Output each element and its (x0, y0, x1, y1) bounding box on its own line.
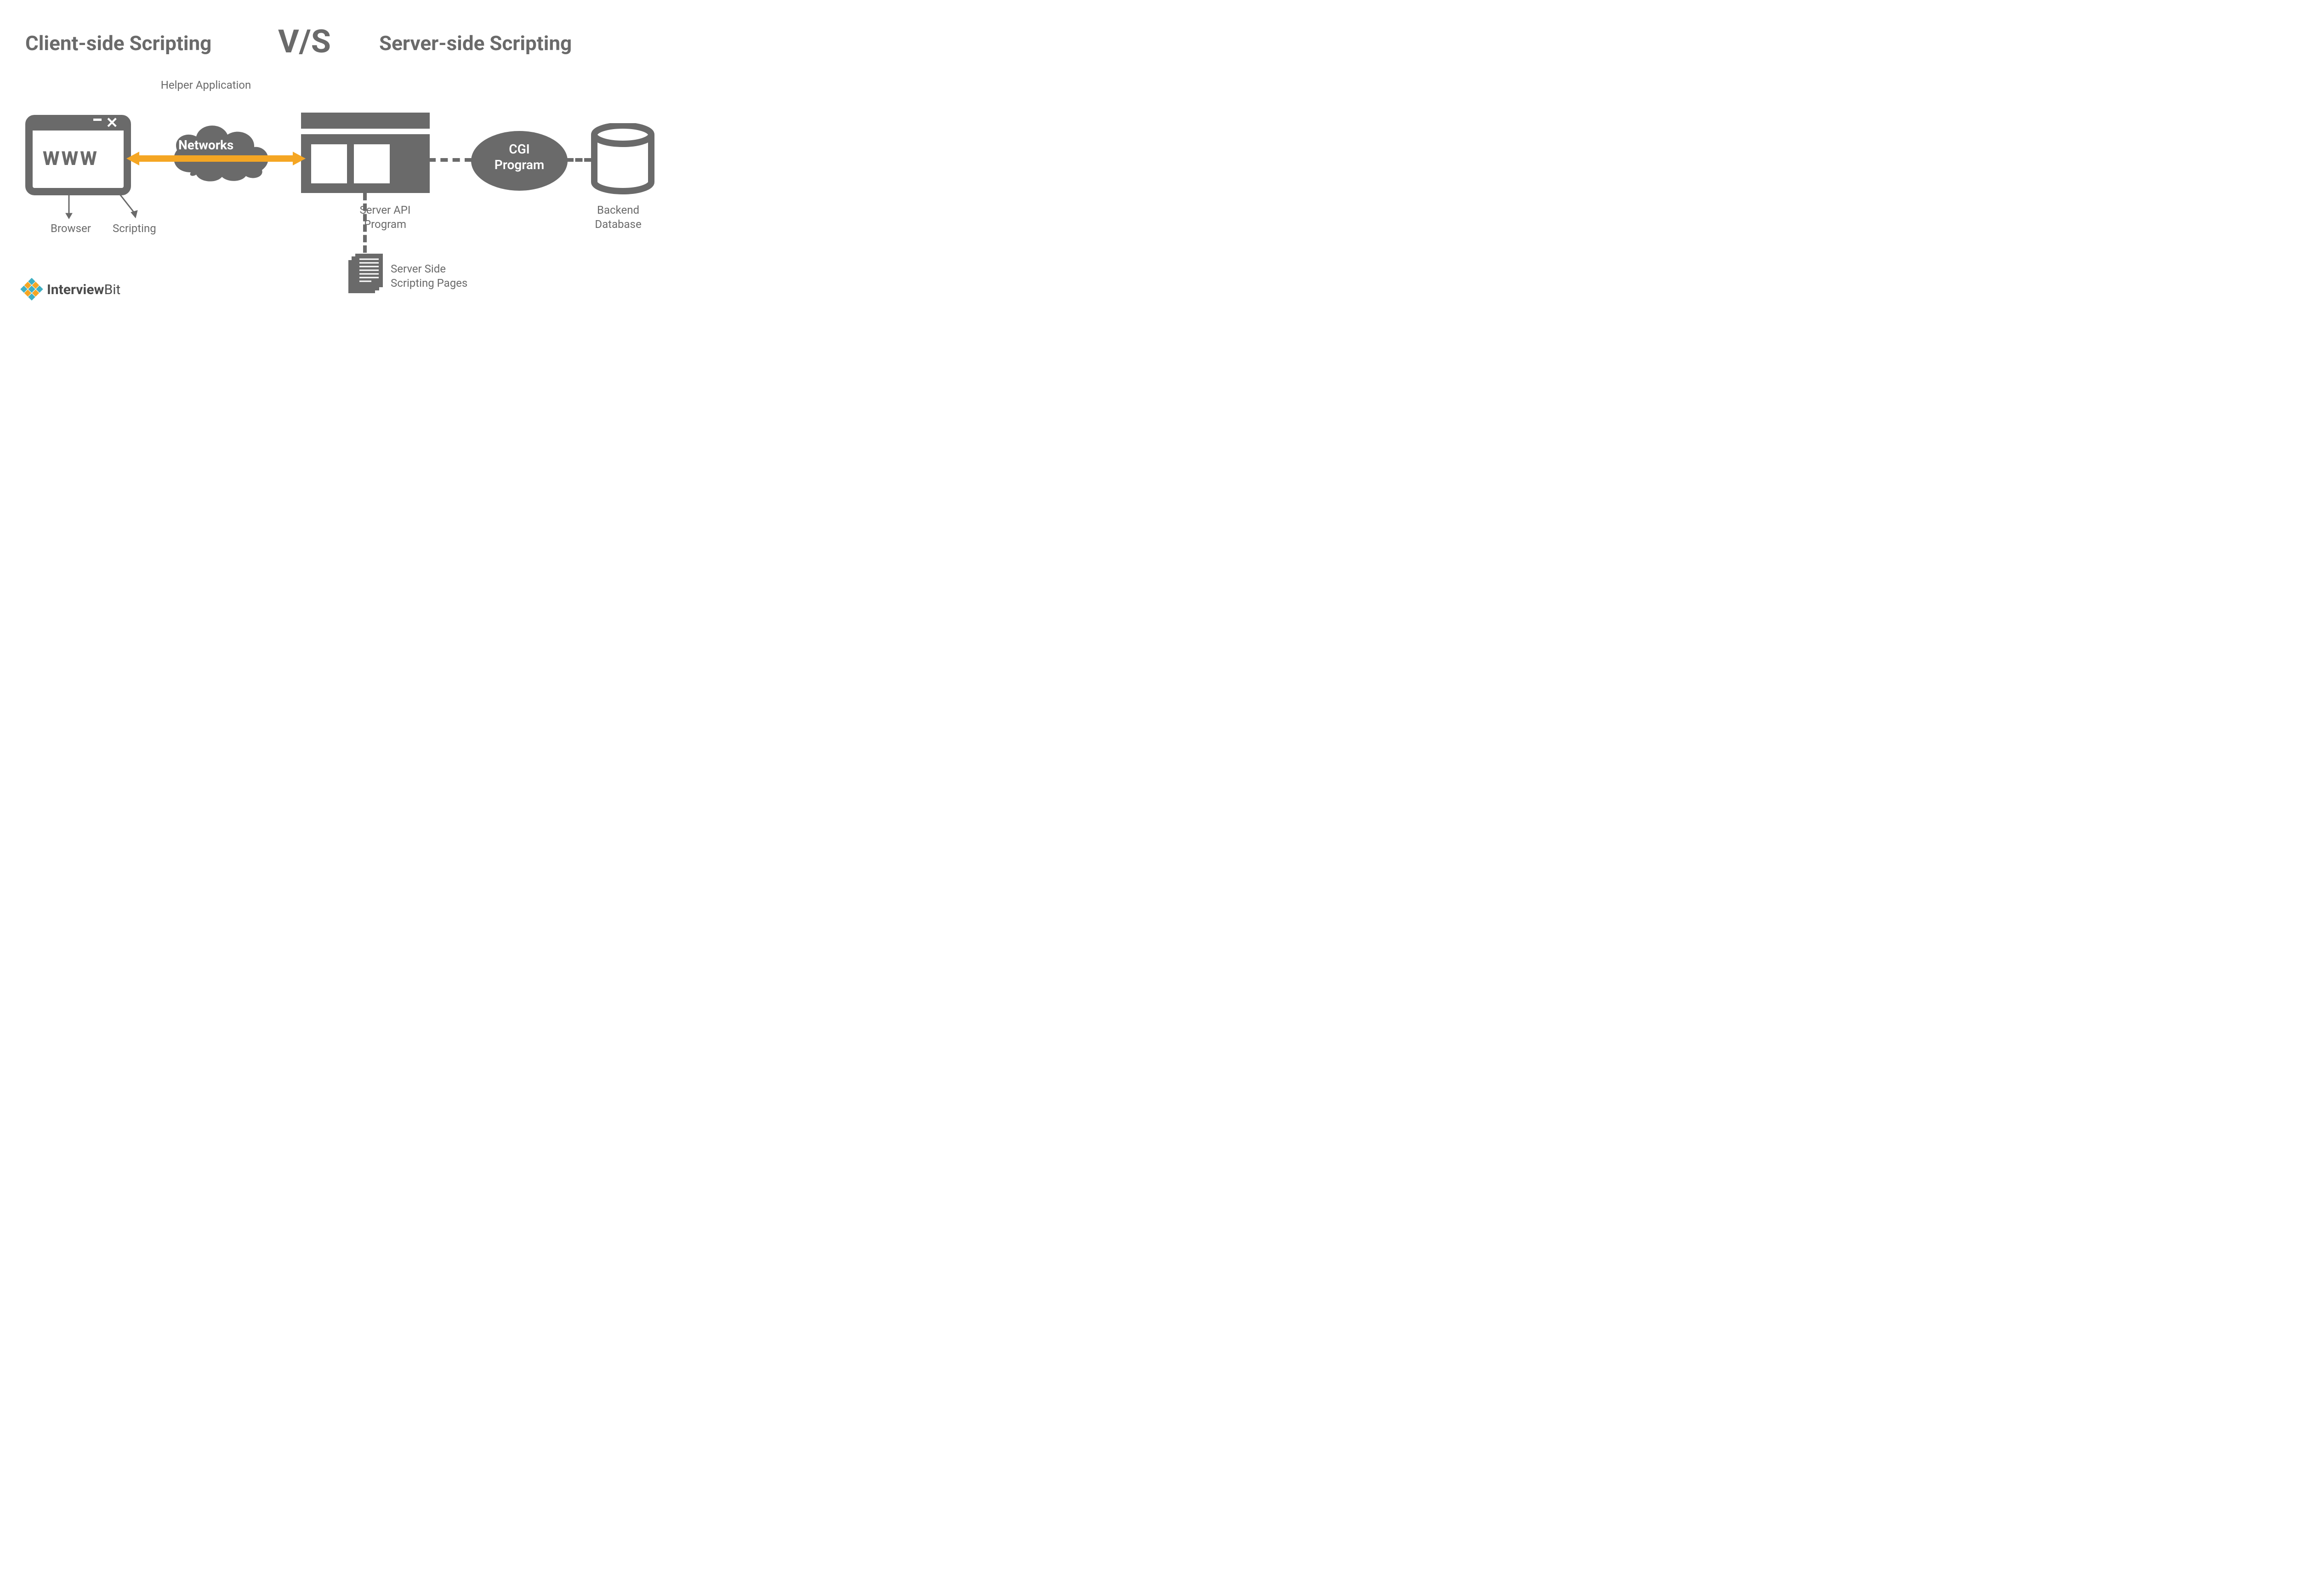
label-scripting: Scripting (113, 222, 156, 236)
browser-window-icon: ✕ WWW (25, 115, 131, 195)
label-browser: Browser (51, 222, 91, 236)
label-helper-application: Helper Application (160, 78, 252, 92)
label-www: WWW (43, 148, 99, 170)
arrow-diagonal-icon (117, 194, 140, 219)
logo-icon (20, 278, 43, 301)
dashed-connector (363, 193, 367, 253)
label-backend-database: Backend Database (577, 203, 660, 232)
database-icon (591, 123, 655, 194)
logo-text: InterviewBit (47, 282, 120, 298)
title-server-side: Server-side Scripting (379, 31, 572, 55)
double-arrow-icon (126, 152, 306, 165)
label-server-api: Server API Program (344, 203, 427, 232)
label-cgi-program: CGI Program (487, 142, 552, 172)
dashed-connector (566, 158, 592, 162)
label-networks: Networks (178, 137, 233, 153)
dashed-connector (428, 158, 472, 162)
document-stack-icon (348, 254, 385, 295)
minimize-icon (93, 119, 102, 121)
label-server-side-pages: Server Side Scripting Pages (391, 262, 483, 290)
title-client-side: Client-side Scripting (25, 31, 211, 55)
arrow-down-icon (64, 194, 74, 219)
close-icon: ✕ (106, 115, 118, 130)
title-vs: V/S (278, 23, 331, 61)
server-icon (301, 113, 430, 193)
logo-interviewbit: InterviewBit (20, 278, 120, 301)
